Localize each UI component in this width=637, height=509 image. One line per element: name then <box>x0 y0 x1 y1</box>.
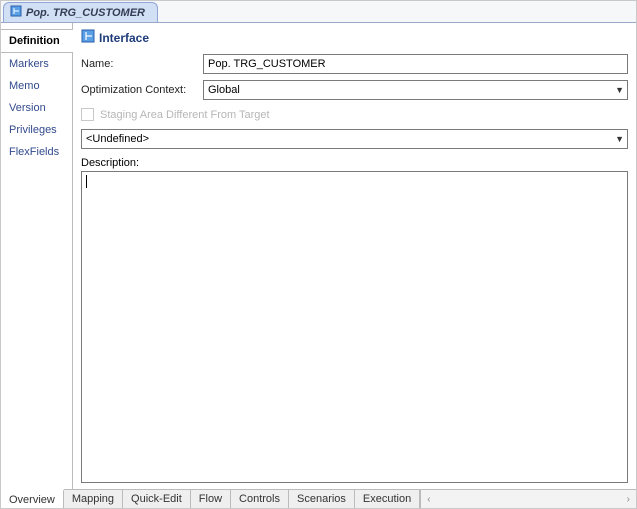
undefined-row: ▼ <box>81 129 628 149</box>
sidebar-item-memo[interactable]: Memo <box>1 75 72 97</box>
bottom-tab-label: Quick-Edit <box>131 493 182 505</box>
bottom-tab-label: Controls <box>239 493 280 505</box>
bottom-tab-strip: Overview Mapping Quick-Edit Flow Control… <box>1 489 636 508</box>
undefined-value[interactable] <box>81 129 628 149</box>
file-tab-strip: Pop. TRG_CUSTOMER <box>1 1 636 23</box>
sidebar: Definition Markers Memo Version Privileg… <box>1 23 73 489</box>
sidebar-item-label: Memo <box>9 80 40 92</box>
scroll-left-icon[interactable]: ‹ <box>427 494 430 505</box>
tab-controls[interactable]: Controls <box>231 490 289 508</box>
bottom-scroll-track: ‹ › <box>420 490 636 508</box>
content-pane: Interface Name: Optimization Context: ▼ … <box>73 23 636 489</box>
tab-overview[interactable]: Overview <box>1 489 64 508</box>
context-row: Optimization Context: ▼ <box>81 80 628 100</box>
context-label: Optimization Context: <box>81 84 203 96</box>
tab-execution[interactable]: Execution <box>355 490 420 508</box>
staging-row: Staging Area Different From Target <box>81 108 628 121</box>
staging-label: Staging Area Different From Target <box>100 109 270 121</box>
interface-icon <box>10 5 22 20</box>
sidebar-item-flexfields[interactable]: FlexFields <box>1 141 72 163</box>
content-title: Interface <box>99 31 149 45</box>
bottom-tab-label: Mapping <box>72 493 114 505</box>
tab-scenarios[interactable]: Scenarios <box>289 490 355 508</box>
name-row: Name: <box>81 54 628 74</box>
text-caret <box>86 175 87 188</box>
file-tab-title: Pop. TRG_CUSTOMER <box>26 7 145 19</box>
content-header: Interface <box>81 29 628 46</box>
sidebar-item-label: Privileges <box>9 124 57 136</box>
name-input[interactable] <box>203 54 628 74</box>
staging-checkbox[interactable] <box>81 108 94 121</box>
context-value[interactable] <box>203 80 628 100</box>
tab-mapping[interactable]: Mapping <box>64 490 123 508</box>
sidebar-item-privileges[interactable]: Privileges <box>1 119 72 141</box>
bottom-tab-label: Flow <box>199 493 222 505</box>
editor-root: Pop. TRG_CUSTOMER Definition Markers Mem… <box>0 0 637 509</box>
middle-pane: Definition Markers Memo Version Privileg… <box>1 23 636 489</box>
scroll-right-icon[interactable]: › <box>627 494 630 505</box>
sidebar-item-definition[interactable]: Definition <box>1 29 72 53</box>
description-textarea[interactable] <box>81 171 628 483</box>
description-group: Description: <box>81 157 628 483</box>
bottom-tab-label: Scenarios <box>297 493 346 505</box>
tab-quick-edit[interactable]: Quick-Edit <box>123 490 191 508</box>
tab-flow[interactable]: Flow <box>191 490 231 508</box>
sidebar-item-label: Markers <box>9 58 49 70</box>
sidebar-item-label: Version <box>9 102 46 114</box>
name-label: Name: <box>81 58 203 70</box>
interface-icon <box>81 29 95 46</box>
sidebar-item-label: FlexFields <box>9 146 59 158</box>
bottom-tab-label: Execution <box>363 493 411 505</box>
file-tab[interactable]: Pop. TRG_CUSTOMER <box>3 2 158 22</box>
bottom-tab-label: Overview <box>9 494 55 506</box>
description-label: Description: <box>81 157 628 169</box>
sidebar-item-markers[interactable]: Markers <box>1 53 72 75</box>
sidebar-item-label: Definition <box>9 35 60 47</box>
undefined-select[interactable]: ▼ <box>81 129 628 149</box>
context-select[interactable]: ▼ <box>203 80 628 100</box>
sidebar-item-version[interactable]: Version <box>1 97 72 119</box>
